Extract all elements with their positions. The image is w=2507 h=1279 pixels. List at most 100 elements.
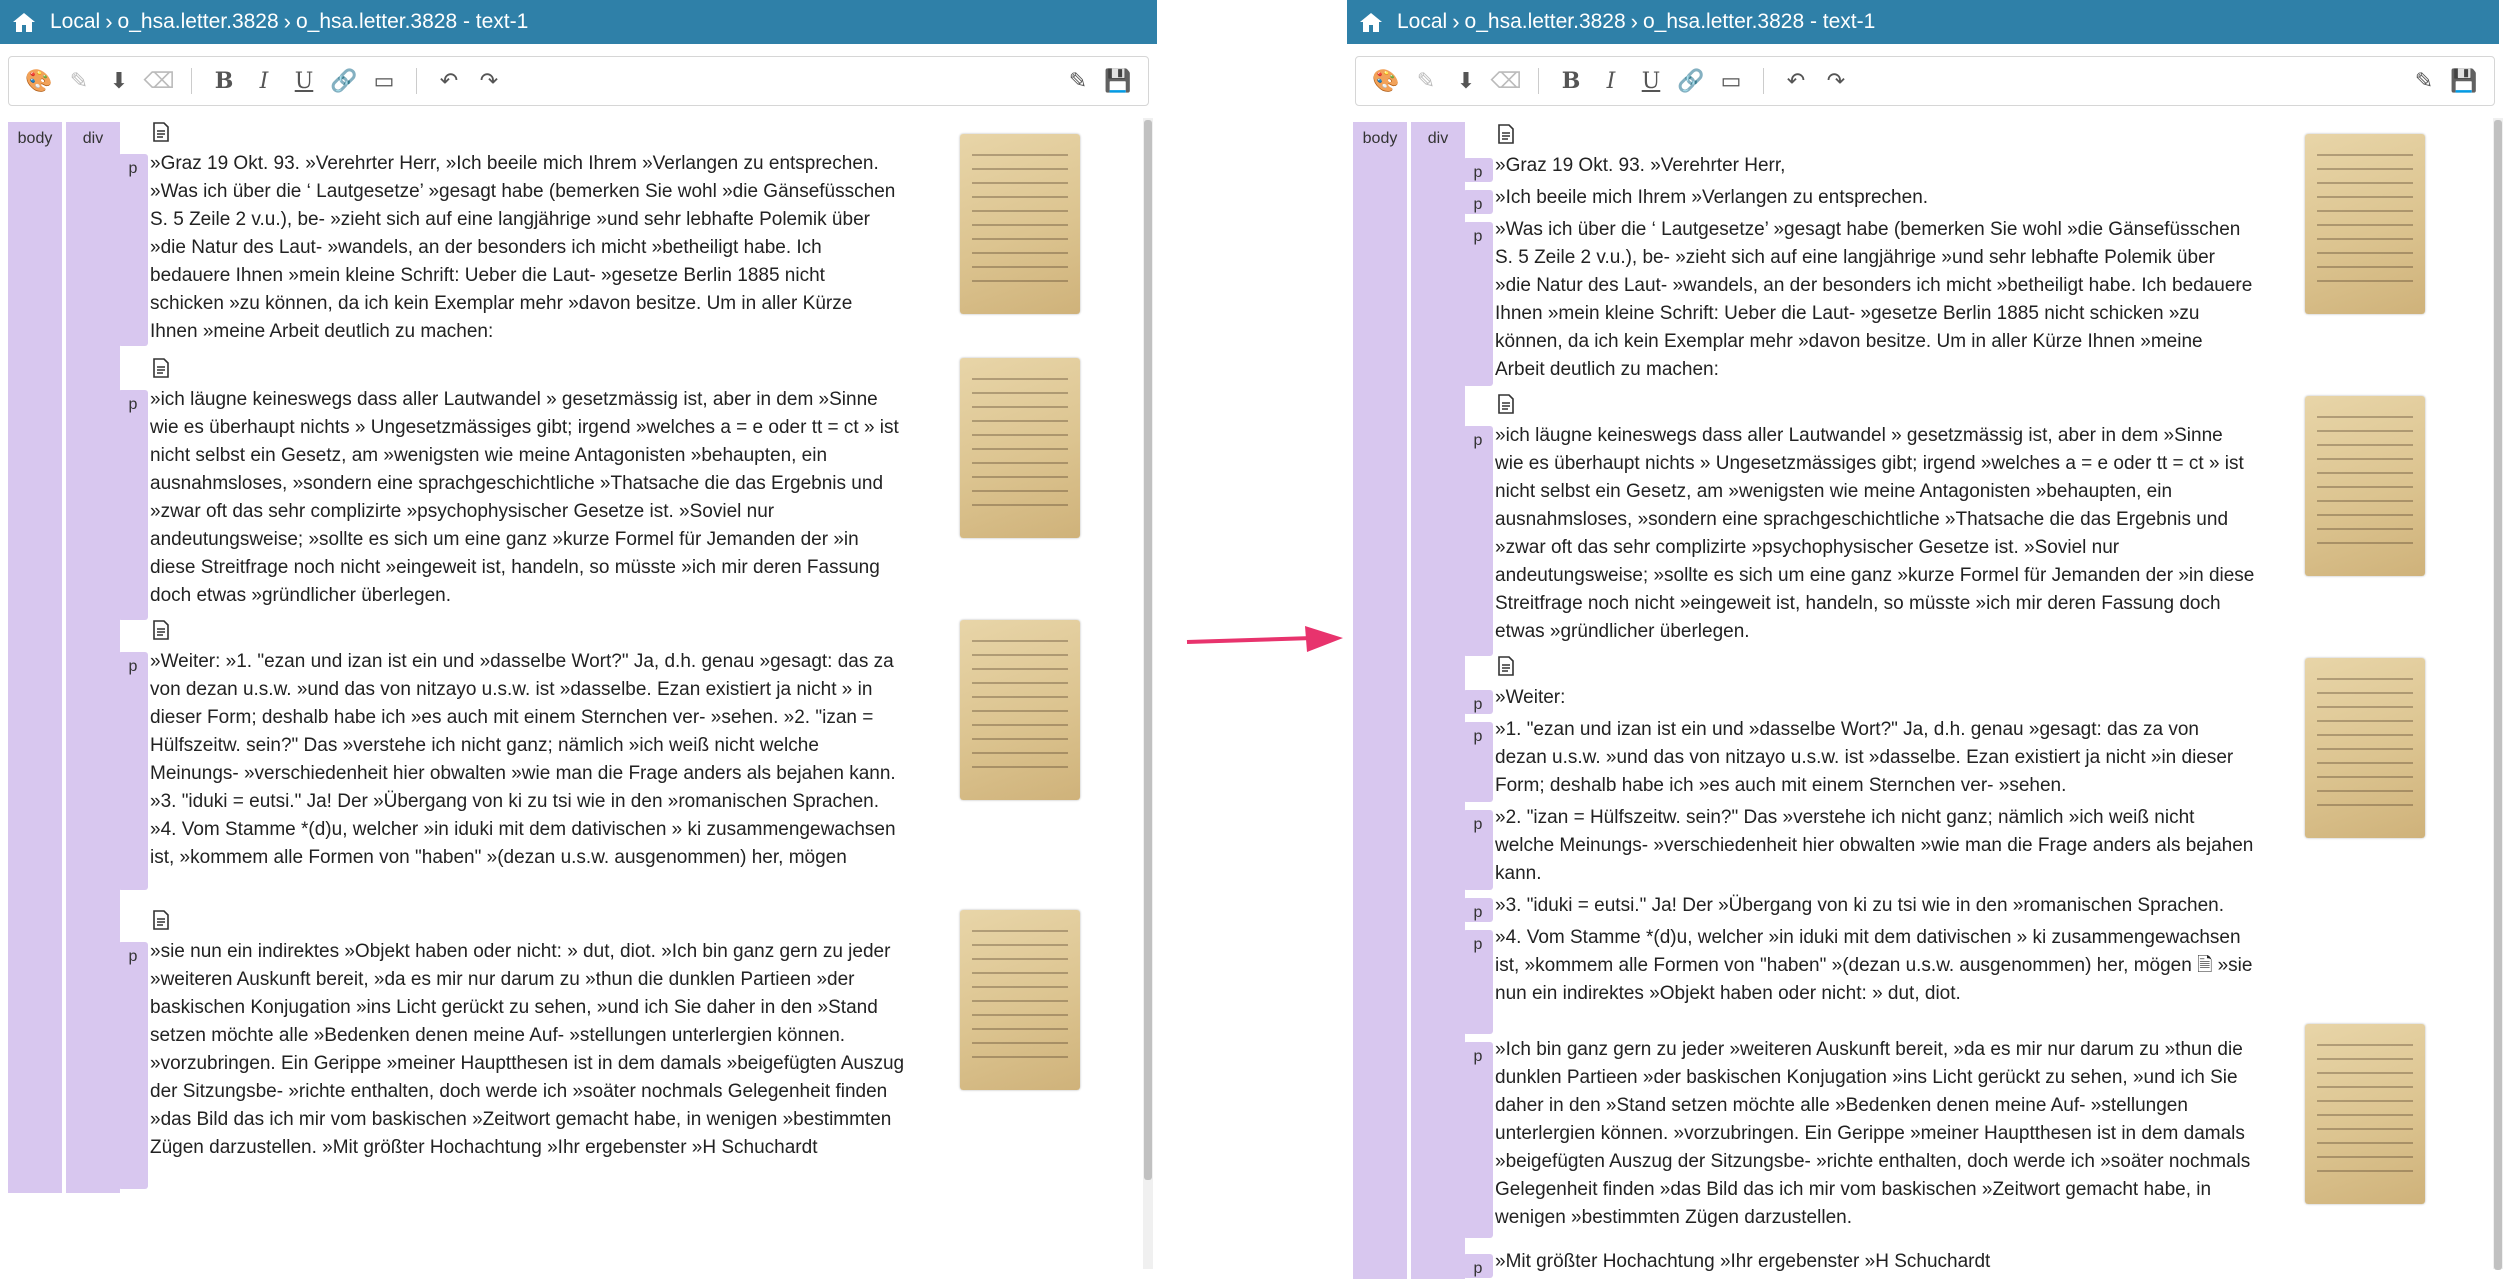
bold-icon[interactable]: B (204, 61, 244, 101)
italic-icon[interactable]: I (1591, 61, 1631, 101)
link-icon[interactable]: 🔗 (1671, 61, 1711, 101)
palette-icon[interactable]: 🎨 (19, 61, 59, 101)
comment-icon[interactable]: ▭ (364, 61, 404, 101)
paragraph-tag[interactable]: p (1463, 222, 1493, 386)
breadcrumb-separator: › (1452, 9, 1460, 34)
bold-icon[interactable]: B (1551, 61, 1591, 101)
paragraph-text[interactable]: »sie nun ein indirektes »Objekt haben od… (150, 938, 910, 1162)
paragraph-text[interactable]: »3. "iduki = eutsi." Ja! Der »Übergang v… (1495, 892, 2255, 920)
edit-icon[interactable]: ✎ (1058, 61, 1098, 101)
page-break-icon[interactable] (1497, 394, 1515, 414)
toolbar-divider (1763, 68, 1764, 94)
paragraph-text[interactable]: »Ich bin ganz gern zu jeder »weiteren Au… (1495, 1036, 2255, 1232)
paragraph-text[interactable]: »Weiter: (1495, 684, 2255, 712)
facsimile-thumbnail[interactable] (960, 620, 1080, 800)
paragraph-tag[interactable]: p (118, 390, 148, 620)
breadcrumb-local[interactable]: Local (1397, 10, 1447, 34)
home-icon[interactable] (12, 11, 38, 33)
page-break-icon[interactable] (1497, 124, 1515, 144)
facsimile-thumbnail[interactable] (960, 358, 1080, 538)
page-break-icon[interactable] (152, 910, 170, 930)
breadcrumb-text: o_hsa.letter.3828 - text-1 (1643, 10, 1876, 33)
undo-icon[interactable]: ↶ (429, 61, 469, 101)
facsimile-thumbnail[interactable] (960, 910, 1080, 1090)
scroll-thumb[interactable] (1144, 120, 1152, 1180)
editor-toolbar: 🎨 ✎ ⬇ ⌫ B I U 🔗 ▭ ↶ ↷ ✎ 💾 (8, 56, 1149, 106)
left-editor-panel: Local › o_hsa.letter.3828 › o_hsa.letter… (0, 0, 1157, 1279)
paragraph-tag[interactable]: p (1463, 158, 1493, 182)
scroll-thumb[interactable] (2494, 120, 2502, 1270)
toolbar-divider (191, 68, 192, 94)
toolbar-divider (1538, 68, 1539, 94)
eraser-icon[interactable]: ⌫ (1486, 61, 1526, 101)
dropper-icon[interactable]: ✎ (59, 61, 99, 101)
breadcrumb-separator: › (105, 9, 113, 34)
right-editor-panel: Local › o_hsa.letter.3828 › o_hsa.letter… (1347, 0, 2507, 1279)
save-icon[interactable]: 💾 (1098, 61, 1138, 101)
paragraph-text[interactable]: »Graz 19 Okt. 93. »Verehrter Herr, (1495, 152, 2255, 180)
underline-icon[interactable]: U (1631, 61, 1671, 101)
body-tag[interactable]: body (1353, 122, 1407, 1279)
facsimile-thumbnail[interactable] (960, 134, 1080, 314)
eraser-icon[interactable]: ⌫ (139, 61, 179, 101)
paragraph-text[interactable]: »Weiter: »1. "ezan und izan ist ein und … (150, 648, 910, 872)
paragraph-tag[interactable]: p (118, 942, 148, 1189)
paragraph-text[interactable]: »Mit größter Hochachtung »Ihr ergebenste… (1495, 1248, 2255, 1276)
breadcrumb-bar: Local › o_hsa.letter.3828 › o_hsa.letter… (1347, 0, 2499, 44)
page-break-icon[interactable] (152, 358, 170, 378)
home-icon[interactable] (1359, 11, 1385, 33)
save-icon[interactable]: 💾 (2444, 61, 2484, 101)
div-tag[interactable]: div (66, 122, 120, 1193)
underline-icon[interactable]: U (284, 61, 324, 101)
paragraph-text[interactable]: »2. "izan = Hülfszeitw. sein?" Das »vers… (1495, 804, 2255, 888)
undo-icon[interactable]: ↶ (1776, 61, 1816, 101)
paragraph-tag[interactable]: p (1463, 1042, 1493, 1238)
breadcrumb-text: o_hsa.letter.3828 - text-1 (296, 10, 529, 33)
breadcrumb-separator: › (1630, 9, 1638, 34)
paragraph-tag[interactable]: p (1463, 810, 1493, 890)
paragraph-tag[interactable]: p (118, 652, 148, 890)
page-break-icon[interactable] (152, 620, 170, 640)
paragraph-text[interactable]: »Ich beeile mich Ihrem »Verlangen zu ent… (1495, 184, 2255, 212)
paragraph-text[interactable]: »4. Vom Stamme *(d)u, welcher »in iduki … (1495, 924, 2255, 1008)
paragraph-tag[interactable]: p (1463, 190, 1493, 214)
dropper-icon[interactable]: ✎ (1406, 61, 1446, 101)
scrollbar[interactable] (1143, 118, 1153, 1269)
div-tag[interactable]: div (1411, 122, 1465, 1279)
paragraph-tag[interactable]: p (1463, 898, 1493, 922)
redo-icon[interactable]: ↷ (469, 61, 509, 101)
breadcrumb-separator: › (283, 9, 291, 34)
paragraph-text[interactable]: »ich läugne keineswegs dass aller Lautwa… (1495, 422, 2255, 646)
stamp-icon[interactable]: ⬇ (99, 61, 139, 101)
palette-icon[interactable]: 🎨 (1366, 61, 1406, 101)
paragraph-tag[interactable]: p (118, 154, 148, 346)
paragraph-text[interactable]: »1. "ezan und izan ist ein und »dasselbe… (1495, 716, 2255, 800)
breadcrumb-letter[interactable]: o_hsa.letter.3828 (1465, 10, 1626, 34)
paragraph-tag[interactable]: p (1463, 930, 1493, 1034)
facsimile-thumbnail[interactable] (2305, 1024, 2425, 1204)
edit-icon[interactable]: ✎ (2404, 61, 2444, 101)
paragraph-tag[interactable]: p (1463, 426, 1493, 656)
transform-arrow-icon (1186, 626, 1343, 652)
paragraph-text[interactable]: »Graz 19 Okt. 93. »Verehrter Herr, »Ich … (150, 150, 900, 346)
paragraph-text[interactable]: »ich läugne keineswegs dass aller Lautwa… (150, 386, 900, 610)
redo-icon[interactable]: ↷ (1816, 61, 1856, 101)
facsimile-thumbnail[interactable] (2305, 396, 2425, 576)
body-tag[interactable]: body (8, 122, 62, 1193)
paragraph-tag[interactable]: p (1463, 1254, 1493, 1278)
stamp-icon[interactable]: ⬇ (1446, 61, 1486, 101)
comment-icon[interactable]: ▭ (1711, 61, 1751, 101)
breadcrumb-local[interactable]: Local (50, 10, 100, 34)
italic-icon[interactable]: I (244, 61, 284, 101)
page-break-icon[interactable] (1497, 656, 1515, 676)
document-content: body div p »Graz 19 Okt. 93. »Verehrter … (1353, 118, 2489, 1279)
link-icon[interactable]: 🔗 (324, 61, 364, 101)
page-break-icon[interactable] (152, 122, 170, 142)
breadcrumb-letter[interactable]: o_hsa.letter.3828 (118, 10, 279, 34)
paragraph-tag[interactable]: p (1463, 690, 1493, 714)
paragraph-text[interactable]: »Was ich über die ‘ Lautgesetze’ »gesagt… (1495, 216, 2255, 384)
paragraph-tag[interactable]: p (1463, 722, 1493, 802)
facsimile-thumbnail[interactable] (2305, 134, 2425, 314)
scrollbar[interactable] (2493, 118, 2503, 1270)
facsimile-thumbnail[interactable] (2305, 658, 2425, 838)
